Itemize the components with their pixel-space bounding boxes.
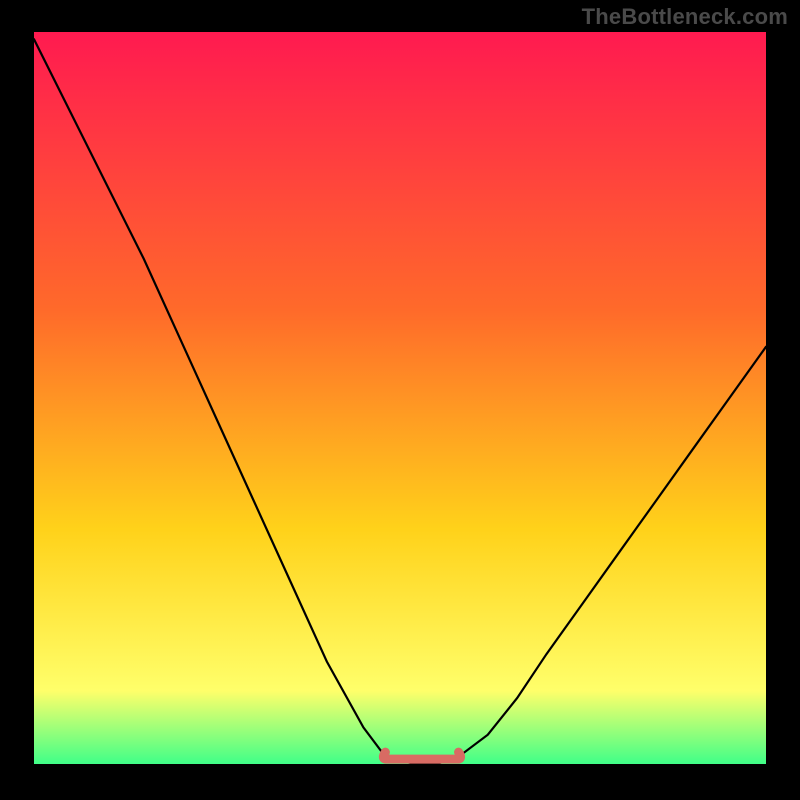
plot-area	[34, 32, 766, 764]
gradient-background	[34, 32, 766, 764]
chart-frame: TheBottleneck.com	[0, 0, 800, 800]
watermark-text: TheBottleneck.com	[582, 4, 788, 30]
bottleneck-chart	[34, 32, 766, 764]
